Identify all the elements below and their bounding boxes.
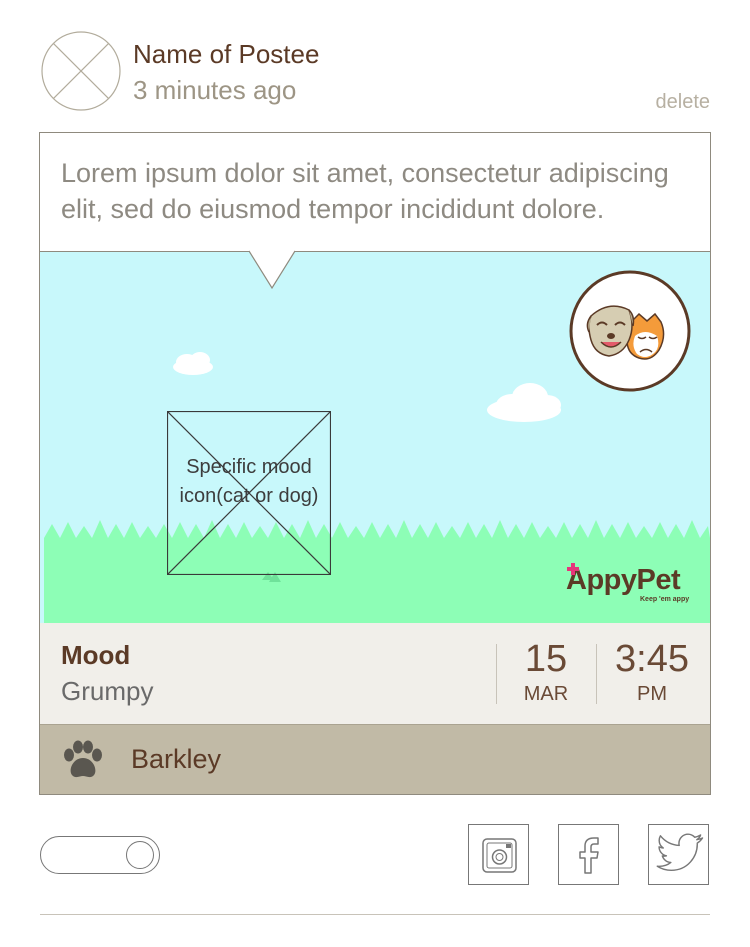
facebook-icon	[579, 837, 599, 874]
cloud-large	[487, 383, 561, 422]
mood-icon-placeholder-label: Specific mood icon(cat or dog)	[179, 456, 319, 507]
date-month: MAR	[523, 683, 569, 705]
instagram-share-button[interactable]	[468, 824, 529, 885]
post-card: Lorem ipsum dolor sit amet, consectetur …	[39, 132, 711, 795]
poster-name[interactable]: Name of Postee	[133, 39, 319, 70]
pet-name[interactable]: Barkley	[131, 744, 221, 775]
svg-text:Keep 'em appy: Keep 'em appy	[640, 596, 689, 603]
delete-link[interactable]: delete	[656, 91, 711, 114]
caption-bubble: Lorem ipsum dolor sit amet, consectetur …	[40, 133, 710, 252]
mood-icon-placeholder: Specific mood icon(cat or dog)	[167, 411, 331, 575]
mood-value: Grumpy	[61, 676, 154, 706]
toggle-knob	[126, 841, 154, 869]
post-timestamp: 3 minutes ago	[133, 75, 297, 105]
post-time-ampm: PM	[637, 683, 667, 705]
date-divider	[496, 644, 497, 704]
twitter-icon	[656, 833, 704, 872]
caption-pointer	[249, 250, 295, 290]
mood-label: Mood	[61, 640, 131, 670]
time-divider	[596, 644, 597, 704]
visibility-toggle[interactable]	[40, 836, 160, 874]
bottom-divider	[40, 914, 710, 915]
appypet-logo: AppyPet Keep 'em appy	[566, 563, 689, 603]
paw-icon	[64, 740, 102, 778]
svg-text:AppyPet: AppyPet	[566, 564, 681, 596]
instagram-icon	[482, 838, 517, 873]
twitter-share-button[interactable]	[648, 824, 709, 885]
poster-avatar[interactable]	[41, 31, 121, 111]
date-day: 15	[524, 638, 568, 680]
post-time-clock: 3:45	[615, 638, 689, 680]
facebook-share-button[interactable]	[558, 824, 619, 885]
cloud-small	[173, 352, 213, 375]
cat-dog-masks-icon	[569, 270, 691, 392]
post-caption: Lorem ipsum dolor sit amet, consectetur …	[61, 158, 669, 224]
